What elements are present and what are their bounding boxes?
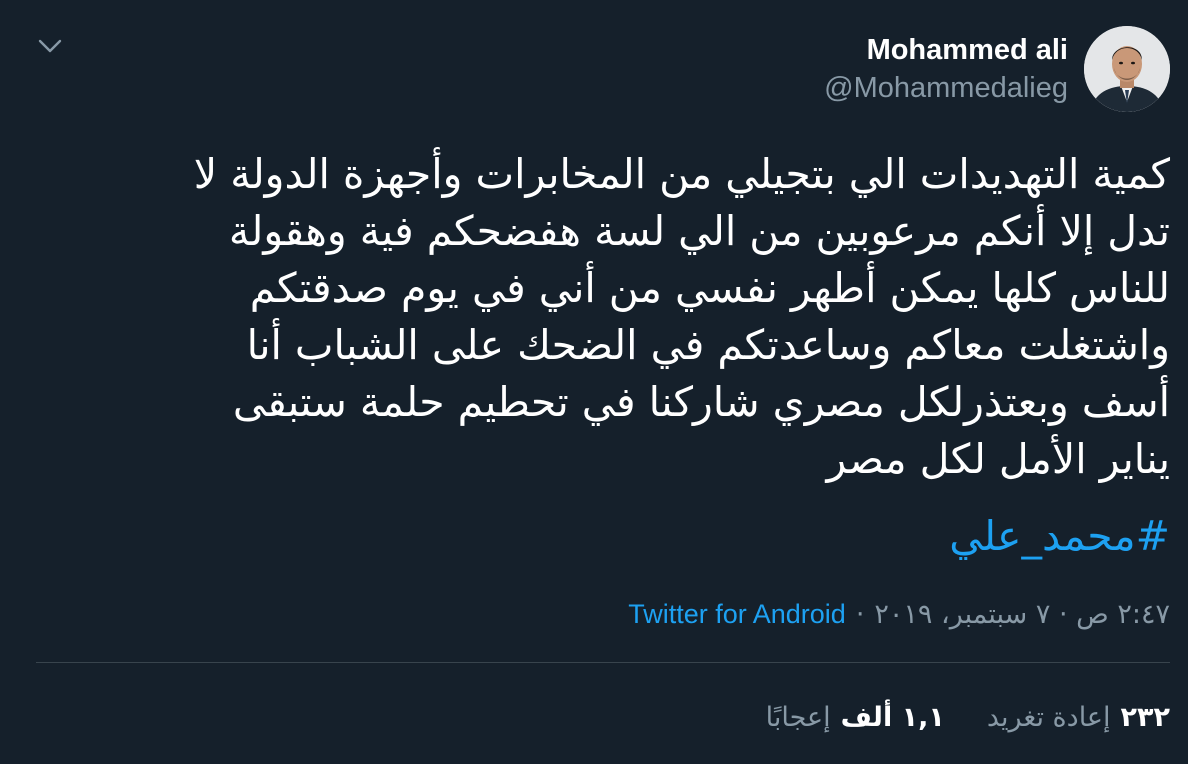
retweets-label: إعادة تغريد [986,701,1111,733]
tweet-stats: ٢٣٢ إعادة تغريد ١,١ ألف إعجابًا [766,696,1170,738]
tweet-source-link[interactable]: Twitter for Android [628,599,846,630]
author-names: Mohammed ali @Mohammedalieg [824,26,1068,106]
tweet-text-line: كمية التهديدات الي بتجيلي من المخابرات و… [193,150,1170,198]
author-handle[interactable]: @Mohammedalieg [824,70,1068,106]
retweets-count: ٢٣٢ [1120,701,1170,733]
meta-separator: · [855,598,865,630]
tweet-text-line: تدل إلا أنكم مرعوبين من الي لسة هفضحكم ف… [228,207,1170,255]
tweet-text-line: للناس كلها يمكن أطهر نفسي من أني في يوم … [249,264,1170,312]
tweet-timestamp[interactable]: ٢:٤٧ ص · ٧ سبتمبر، ٢٠١٩ [874,599,1170,630]
tweet-meta: ٢:٤٧ ص · ٧ سبتمبر، ٢٠١٩ · Twitter for An… [628,594,1170,634]
likes-label: إعجابًا [765,701,831,733]
likes-stat[interactable]: ١,١ ألف إعجابًا [766,702,945,733]
likes-count: ١,١ ألف [840,701,945,733]
tweet-text-line: يناير الأمل لكل مصر [826,435,1170,483]
avatar[interactable] [1084,26,1170,112]
tweet-text-line: أسف وبعتذرلكل مصري شاركنا في تحطيم حلمة … [232,378,1170,426]
tweet-text: كمية التهديدات الي بتجيلي من المخابرات و… [80,146,1170,488]
divider [36,662,1170,663]
tweet-header: Mohammed ali @Mohammedalieg [824,26,1170,122]
chevron-down-icon[interactable] [34,30,66,62]
author-display-name[interactable]: Mohammed ali [867,32,1068,68]
tweet-text-line: واشتغلت معاكم وساعدتكم في الضحك على الشب… [246,321,1170,369]
retweets-stat[interactable]: ٢٣٢ إعادة تغريد [987,702,1170,733]
tweet-detail: Mohammed ali @Mohammedalieg كمية التهديد… [0,0,1188,764]
hashtag-link[interactable]: #محمد_علي [949,508,1170,565]
